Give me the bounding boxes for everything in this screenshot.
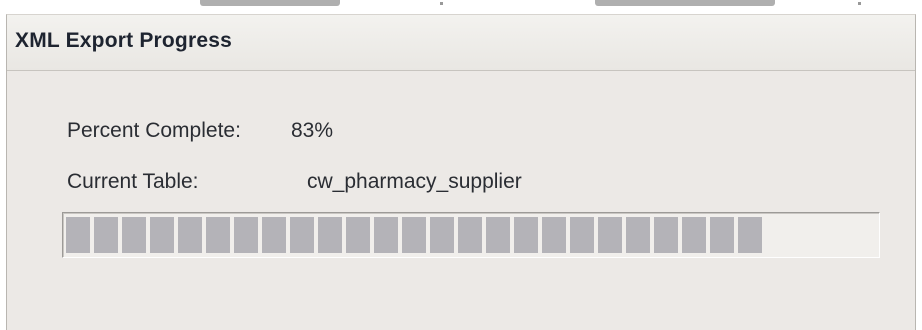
progress-block [262,217,286,253]
progress-block [290,217,314,253]
background-window-strip [0,0,922,14]
progress-block [374,217,398,253]
progress-block [178,217,202,253]
progress-block [710,217,734,253]
export-progress-bar [62,212,880,258]
progress-block [514,217,538,253]
progress-block [486,217,510,253]
progress-block [430,217,454,253]
percent-complete-row: Percent Complete: 83% [67,119,567,147]
progress-block [458,217,482,253]
progress-block [318,217,342,253]
background-separator [440,2,443,5]
dialog-title: XML Export Progress [15,29,232,52]
progress-block [234,217,258,253]
progress-block [682,217,706,253]
progress-block [542,217,566,253]
progress-block [654,217,678,253]
progress-block [738,217,762,253]
progress-block [402,217,426,253]
current-table-row: Current Table: cw_pharmacy_supplier [67,170,667,198]
screen: XML Export Progress Percent Complete: 83… [0,0,922,330]
dialog-titlebar[interactable]: XML Export Progress [7,15,915,71]
xml-export-progress-dialog: XML Export Progress Percent Complete: 83… [6,14,916,330]
background-text-fragment [595,0,775,6]
progress-block [598,217,622,253]
progress-bar-fill [66,217,762,253]
progress-block [570,217,594,253]
background-text-fragment [200,0,340,6]
progress-block [206,217,230,253]
progress-block [626,217,650,253]
percent-complete-value: 83% [291,119,334,142]
progress-block [346,217,370,253]
progress-block [94,217,118,253]
progress-block [150,217,174,253]
progress-block [122,217,146,253]
current-table-value: cw_pharmacy_supplier [307,170,522,193]
percent-complete-label: Percent Complete: [67,119,241,142]
current-table-label: Current Table: [67,170,199,193]
progress-block [66,217,90,253]
background-separator [858,2,861,5]
